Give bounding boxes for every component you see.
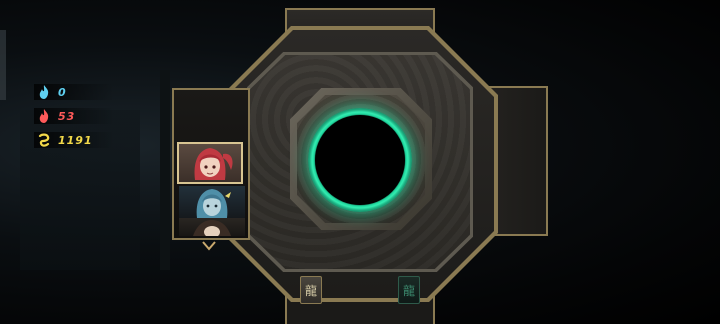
chevron-down-icon [202, 241, 216, 251]
character-slot-blue-haired[interactable] [179, 186, 245, 218]
portal-center[interactable] [315, 115, 405, 205]
game-board: 龍 龍 [0, 0, 720, 324]
scroll-down-arrow[interactable] [202, 236, 216, 251]
blue-haired-character-portrait [196, 189, 231, 218]
character-slot-third[interactable] [179, 218, 245, 236]
game-scene: 0 53 1191 龍 龍 [0, 0, 720, 324]
red-haired-character-portrait [194, 148, 233, 180]
third-character-portrait [193, 220, 231, 236]
character-slot-red-haired[interactable] [177, 142, 243, 184]
left-seal-button[interactable]: 龍 [300, 276, 322, 304]
right-seal-button[interactable]: 龍 [398, 276, 420, 304]
